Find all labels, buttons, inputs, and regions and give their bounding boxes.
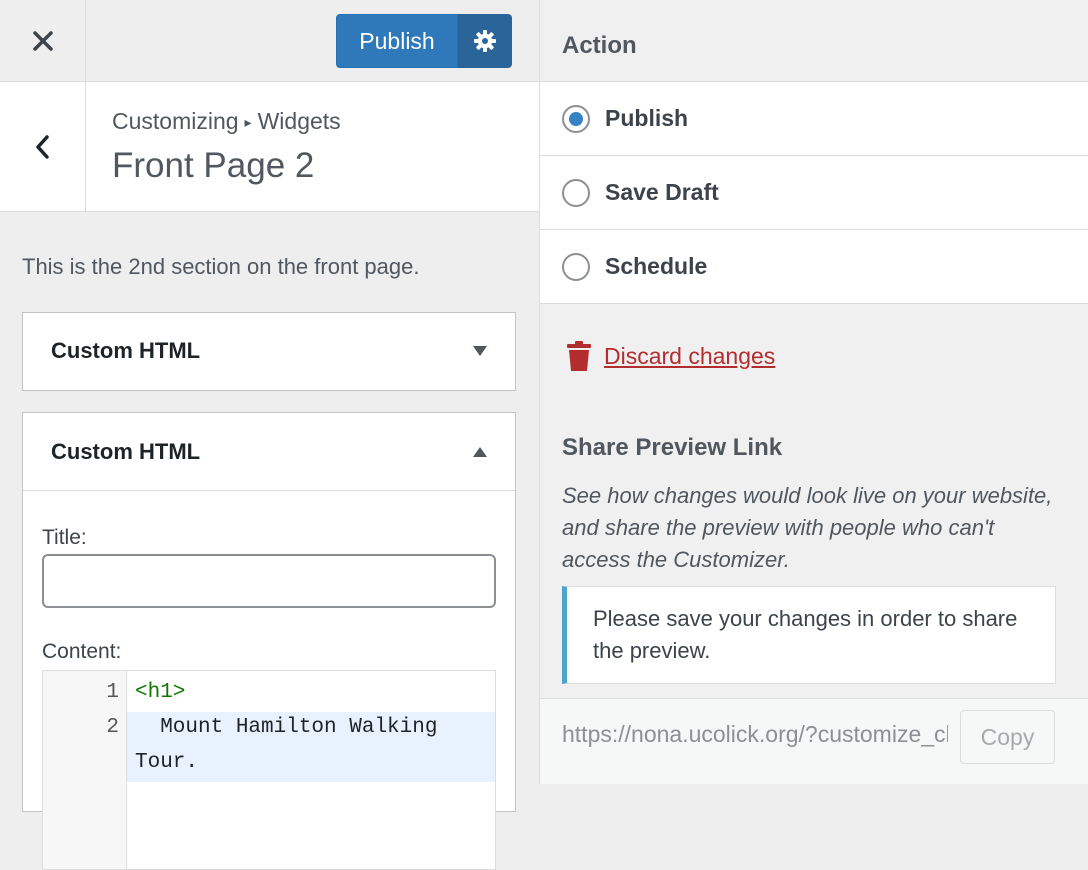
breadcrumb-root: Customizing (112, 108, 239, 134)
content-label: Content: (42, 640, 122, 663)
gear-icon (474, 30, 496, 52)
line-number: 2 (106, 716, 119, 739)
save-notice: Please save your changes in order to sha… (562, 586, 1056, 684)
section-header: Customizing ▸ Widgets Front Page 2 (0, 82, 539, 212)
radio-option-save-draft[interactable]: Save Draft (540, 155, 1088, 229)
code-text-wrapped: Tour. (135, 751, 199, 774)
breadcrumb: Customizing ▸ Widgets (112, 108, 341, 135)
close-button[interactable] (0, 0, 86, 81)
widget-header[interactable]: Custom HTML (23, 413, 515, 491)
radio-button[interactable] (562, 104, 590, 133)
trash-icon (567, 341, 591, 371)
code-editor[interactable]: 1 <h1> 2 Mount Hamilton Walking Tour. (42, 670, 496, 870)
title-input[interactable] (42, 554, 496, 608)
publish-button-group: Publish (336, 14, 512, 68)
customizer-sidebar: Publish Customizing ▸ Widgets Front Page… (0, 0, 540, 870)
preview-url-field[interactable] (562, 721, 948, 748)
share-preview-description: See how changes would look live on your … (562, 483, 1053, 572)
preview-link-bar: Copy (540, 698, 1088, 784)
radio-button[interactable] (562, 178, 590, 207)
action-heading: Action (562, 32, 637, 59)
title-label: Title: (42, 526, 87, 549)
radio-label: Schedule (605, 253, 708, 279)
radio-option-publish[interactable]: Publish (540, 81, 1088, 155)
code-text: Mount Hamilton Walking (135, 716, 438, 739)
chevron-left-icon (35, 134, 49, 159)
copy-button[interactable]: Copy (960, 710, 1055, 764)
caret-up-icon (473, 446, 487, 457)
breadcrumb-current: Widgets (257, 108, 341, 134)
discard-changes-link[interactable]: Discard changes (566, 340, 775, 372)
close-icon (32, 30, 53, 51)
radio-label: Publish (605, 105, 689, 131)
share-preview-heading: Share Preview Link (562, 434, 783, 461)
widget-title: Custom HTML (51, 338, 201, 363)
publish-button[interactable]: Publish (336, 14, 458, 68)
code-text: <h1> (135, 681, 186, 704)
customizer-header: Publish (0, 0, 539, 82)
radio-button[interactable] (562, 252, 590, 281)
radio-label: Save Draft (605, 179, 719, 205)
discard-changes-label[interactable]: Discard changes (604, 343, 775, 370)
line-number: 1 (106, 681, 119, 704)
publish-settings-panel: Action Publish Save Draft Schedule Disca… (540, 0, 1088, 784)
widget-title: Custom HTML (51, 438, 201, 464)
section-description: This is the 2nd section on the front pag… (22, 254, 420, 279)
back-button[interactable] (0, 82, 86, 211)
breadcrumb-separator: ▸ (244, 114, 252, 130)
widget-custom-html-expanded: Custom HTML Title: Content: 1 <h1> 2 Mou… (22, 412, 516, 870)
caret-down-icon (473, 346, 487, 356)
widget-custom-html-collapsed: Custom HTML (22, 312, 516, 391)
publish-settings-button[interactable] (458, 14, 512, 68)
section-title: Front Page 2 (112, 146, 315, 185)
radio-option-schedule[interactable]: Schedule (540, 229, 1088, 304)
widget-header[interactable]: Custom HTML (23, 313, 515, 389)
